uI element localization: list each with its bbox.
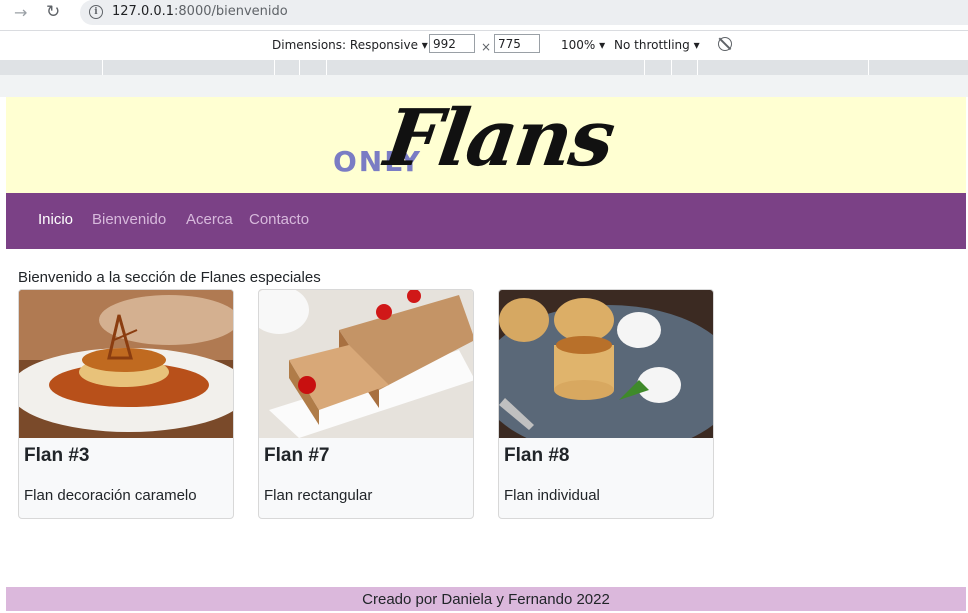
url-text[interactable]: 127.0.0.1:8000/bienvenido <box>112 4 288 19</box>
zoom-dropdown[interactable]: 100% ▾ <box>561 38 605 52</box>
nav-link-contacto[interactable]: Contacto <box>249 211 309 228</box>
card-title: Flan #8 <box>504 445 570 466</box>
dimensions-dropdown[interactable]: Dimensions: Responsive ▾ <box>272 38 428 52</box>
site-header: ONLY Flans <box>6 93 966 193</box>
card-description: Flan rectangular <box>264 487 373 504</box>
flan-rectangular-image <box>259 290 473 438</box>
page-viewport: ONLY Flans Inicio Bienvenido Acerca Cont… <box>6 93 966 611</box>
rotate-icon[interactable] <box>718 37 732 51</box>
site-footer: Creado por Daniela y Fernando 2022 <box>6 587 966 611</box>
card-description: Flan individual <box>504 487 600 504</box>
flan-caramel-image <box>19 290 233 438</box>
media-query-ruler[interactable] <box>0 60 968 75</box>
throttling-dropdown[interactable]: No throttling ▾ <box>614 38 700 52</box>
card-description: Flan decoración caramelo <box>24 487 197 504</box>
card-title: Flan #7 <box>264 445 330 466</box>
flan-card[interactable]: Flan #8 Flan individual <box>498 289 714 519</box>
device-toolbar: Dimensions: Responsive ▾ 992 × 775 100% … <box>0 30 968 61</box>
width-input[interactable]: 992 <box>429 34 475 53</box>
nav-link-inicio[interactable]: Inicio <box>38 211 73 228</box>
intro-text: Bienvenido a la sección de Flanes especi… <box>18 269 321 286</box>
address-bar[interactable]: i 127.0.0.1:8000/bienvenido <box>80 0 968 25</box>
flan-individual-image <box>499 290 713 438</box>
dimension-separator: × <box>481 40 492 54</box>
flan-card[interactable]: Flan #7 Flan rectangular <box>258 289 474 519</box>
logo-flans-text: Flans <box>379 93 619 184</box>
height-input[interactable]: 775 <box>494 34 540 53</box>
info-icon[interactable]: i <box>89 5 103 19</box>
forward-arrow-icon[interactable]: → <box>14 3 27 22</box>
nav-link-acerca[interactable]: Acerca <box>186 211 233 228</box>
card-title: Flan #3 <box>24 445 90 466</box>
browser-toolbar: → ↻ i 127.0.0.1:8000/bienvenido <box>0 0 968 26</box>
nav-link-bienvenido[interactable]: Bienvenido <box>92 211 166 228</box>
flan-card[interactable]: Flan #3 Flan decoración caramelo <box>18 289 234 519</box>
navbar: Inicio Bienvenido Acerca Contacto <box>6 193 966 249</box>
reload-icon[interactable]: ↻ <box>46 2 60 22</box>
